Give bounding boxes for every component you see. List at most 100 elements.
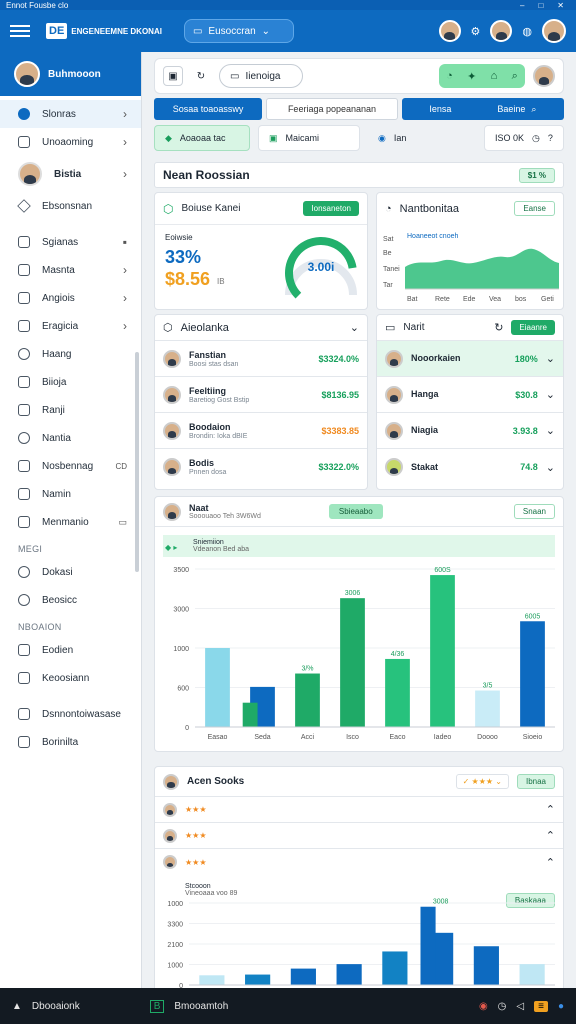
section-chip[interactable]: $1 % bbox=[518, 167, 555, 183]
refresh-icon[interactable]: ↻ bbox=[494, 321, 503, 334]
taskbar-app-2[interactable]: Bmooamtoh bbox=[174, 1001, 228, 1012]
sidebar-item-nantia[interactable]: Nantia bbox=[0, 424, 141, 452]
layout-icon[interactable]: ▣ bbox=[163, 66, 183, 86]
sidebar-item-haang[interactable]: Haang bbox=[0, 340, 141, 368]
header-search[interactable]: ▭ Eusoccran ⌄ bbox=[183, 19, 294, 43]
data-label: 3/5 bbox=[483, 683, 493, 690]
sidebar-item-nosbennag[interactable]: Nosbennag CD bbox=[0, 452, 141, 480]
sidebar-item-menmanio[interactable]: Menmanio ▭ bbox=[0, 508, 141, 536]
bar bbox=[430, 575, 455, 727]
avatar[interactable] bbox=[533, 65, 555, 87]
sidebar-item-dokasi[interactable]: Dokasi bbox=[0, 558, 141, 586]
list-item[interactable]: ★★★ ⌃ bbox=[155, 823, 563, 849]
list-item[interactable]: Stakat 74.8 ⌄ bbox=[377, 449, 563, 485]
right-list-chip[interactable]: Eiaanre bbox=[511, 320, 555, 335]
minimize-icon[interactable]: – bbox=[520, 1, 524, 10]
app-icon[interactable]: B bbox=[149, 999, 165, 1013]
notes-icon[interactable]: ≡ bbox=[534, 1000, 548, 1012]
clock-icon[interactable]: ◷ bbox=[498, 1001, 507, 1012]
search-input[interactable]: ▭ Iienoiga bbox=[219, 64, 303, 88]
sidebar-item-masnta[interactable]: Masnta › bbox=[0, 256, 141, 284]
list-item[interactable]: Hanga $30.8 ⌄ bbox=[377, 377, 563, 413]
sidebar-item-slonras[interactable]: Slonras › bbox=[0, 100, 141, 128]
list-item[interactable]: Fanstian Boosi stas dsan $3324.0% bbox=[155, 341, 367, 377]
list-item[interactable]: Bodis Pnnen dosa $3322.0% bbox=[155, 449, 367, 485]
chart-icon bbox=[18, 320, 30, 332]
filter-chip[interactable]: ◆ Aoaoaa tac bbox=[154, 125, 250, 151]
avatar bbox=[163, 349, 181, 368]
filter-chip[interactable]: ISO 0K ◷? bbox=[484, 125, 564, 151]
user-icon[interactable]: ● bbox=[558, 1001, 564, 1012]
chart1-chip[interactable]: Sbieaabo bbox=[328, 504, 383, 519]
rating-filter[interactable]: ✓ ★★★ ⌄ bbox=[455, 774, 509, 789]
list-item[interactable]: Niagia 3.93.8 ⌄ bbox=[377, 413, 563, 449]
bell-icon[interactable]: ◔ bbox=[446, 70, 453, 82]
sidebar-item-namin[interactable]: Namin bbox=[0, 480, 141, 508]
list-item[interactable]: Feeltiing Baretiog Gost Bstip $8136.95 bbox=[155, 377, 367, 413]
close-icon[interactable]: ✕ bbox=[557, 1, 564, 10]
sidebar-scrollbar[interactable] bbox=[135, 352, 139, 572]
maximize-icon[interactable]: □ bbox=[538, 1, 543, 10]
avatar[interactable] bbox=[490, 20, 513, 42]
filter-chip[interactable]: ◉ Ian bbox=[368, 125, 458, 151]
sidebar-item-eragicia[interactable]: Eragicia › bbox=[0, 312, 141, 340]
quick-actions[interactable]: ◔ ✦ ⌂ ⌕ bbox=[439, 64, 525, 88]
y-tick: Be bbox=[383, 250, 392, 257]
tab-0[interactable]: Sosaa toaoasswy bbox=[154, 98, 263, 120]
search-icon: ▭ bbox=[230, 70, 240, 82]
chevron-down-icon[interactable]: ⌄ bbox=[350, 321, 359, 334]
app-logo[interactable]: DE ENGENEEMNE DKONAI bbox=[46, 23, 162, 39]
data-label: 4/36 bbox=[391, 651, 405, 658]
sidebar-item-sgianas[interactable]: Sgianas ▪ bbox=[0, 228, 141, 256]
user-avatar[interactable] bbox=[542, 19, 566, 43]
pin-icon[interactable]: ✦ bbox=[467, 70, 476, 83]
data-label: 3006 bbox=[345, 590, 361, 597]
refresh-icon[interactable]: ↻ bbox=[191, 66, 211, 86]
list-item[interactable]: ★★★ ⌃ bbox=[155, 797, 563, 823]
sidebar-item-bistia[interactable]: Bistia › bbox=[0, 156, 141, 192]
tab-1[interactable]: Feeriaga popeananan bbox=[266, 98, 398, 120]
sidebar-item-beosicc[interactable]: Beosicc bbox=[0, 586, 141, 614]
bar bbox=[519, 964, 545, 985]
x-tick: Iadeo bbox=[434, 734, 452, 741]
filter-chip[interactable]: ▣ Maicami bbox=[258, 125, 360, 151]
sidebar-item-eodien[interactable]: Eodien bbox=[0, 636, 141, 664]
sidebar-item-angiois[interactable]: Angiois › bbox=[0, 284, 141, 312]
search-icon[interactable]: ⌕ bbox=[512, 70, 518, 83]
gauge-value: 3.00i bbox=[308, 260, 335, 274]
list-item[interactable]: Nooorkaien 180% ⌄ bbox=[377, 341, 563, 377]
start-icon[interactable]: ▲ bbox=[12, 1001, 22, 1012]
data-label: 3/% bbox=[301, 666, 313, 673]
chart1-chip2[interactable]: Snaan bbox=[513, 504, 555, 519]
taskbar: ▲ Dbooaionk B Bmooamtoh ◉ ◷ ◁ ≡ ● bbox=[0, 988, 576, 1024]
trend-chip[interactable]: Eanse bbox=[514, 201, 555, 216]
sidebar-item-keoosiann[interactable]: Keoosiann bbox=[0, 664, 141, 692]
home-icon bbox=[17, 199, 31, 213]
y-tick: 1000 bbox=[173, 646, 189, 653]
sidebar-item-borinilta[interactable]: Borinilta bbox=[0, 728, 141, 756]
sidebar-item-ranji[interactable]: Ranji bbox=[0, 396, 141, 424]
sidebar-item-dsnnontoiwasase[interactable]: Dsnnontoiwasase bbox=[0, 700, 141, 728]
sidebar-item-unoaoming[interactable]: Unoaoming › bbox=[0, 128, 141, 156]
avatar[interactable] bbox=[438, 20, 461, 42]
volume-icon[interactable]: ◁ bbox=[516, 1001, 524, 1012]
menu-icon[interactable] bbox=[10, 25, 30, 37]
bar-chart-card-2: Acen Sooks ✓ ★★★ ⌄ Ibnaa ★★★ ⌃ ★★★ ⌃ ★★★ ⌃ … bbox=[154, 766, 564, 1018]
tag-icon: ◆ bbox=[165, 132, 172, 143]
browser-icon[interactable]: ◉ bbox=[479, 1001, 488, 1012]
x-tick: Seda bbox=[254, 734, 270, 741]
list-item[interactable]: Boodaion Brondin: Ioka dBIE $3383.85 bbox=[155, 413, 367, 449]
home-icon[interactable]: ⌂ bbox=[491, 70, 498, 82]
globe-icon[interactable]: ◍ bbox=[522, 25, 532, 38]
tab-2[interactable]: Iensa Baeine ⌕ bbox=[401, 98, 564, 120]
kpi-chip[interactable]: Ionsaneton bbox=[303, 201, 359, 216]
data-label: 600S bbox=[434, 567, 451, 574]
chart2-chip[interactable]: Ibnaa bbox=[516, 774, 555, 789]
sidebar-item-biioja[interactable]: Biioja bbox=[0, 368, 141, 396]
sidebar-item-ebsonsnan[interactable]: Ebsonsnan bbox=[0, 192, 141, 220]
y-tick: 0 bbox=[185, 725, 189, 732]
gear-icon[interactable]: ⚙ bbox=[471, 25, 481, 38]
sidebar-profile[interactable]: Buhmooon bbox=[0, 52, 141, 96]
list-item[interactable]: ★★★ ⌃ bbox=[155, 849, 563, 875]
taskbar-app-1[interactable]: Dbooaionk bbox=[32, 1001, 80, 1012]
